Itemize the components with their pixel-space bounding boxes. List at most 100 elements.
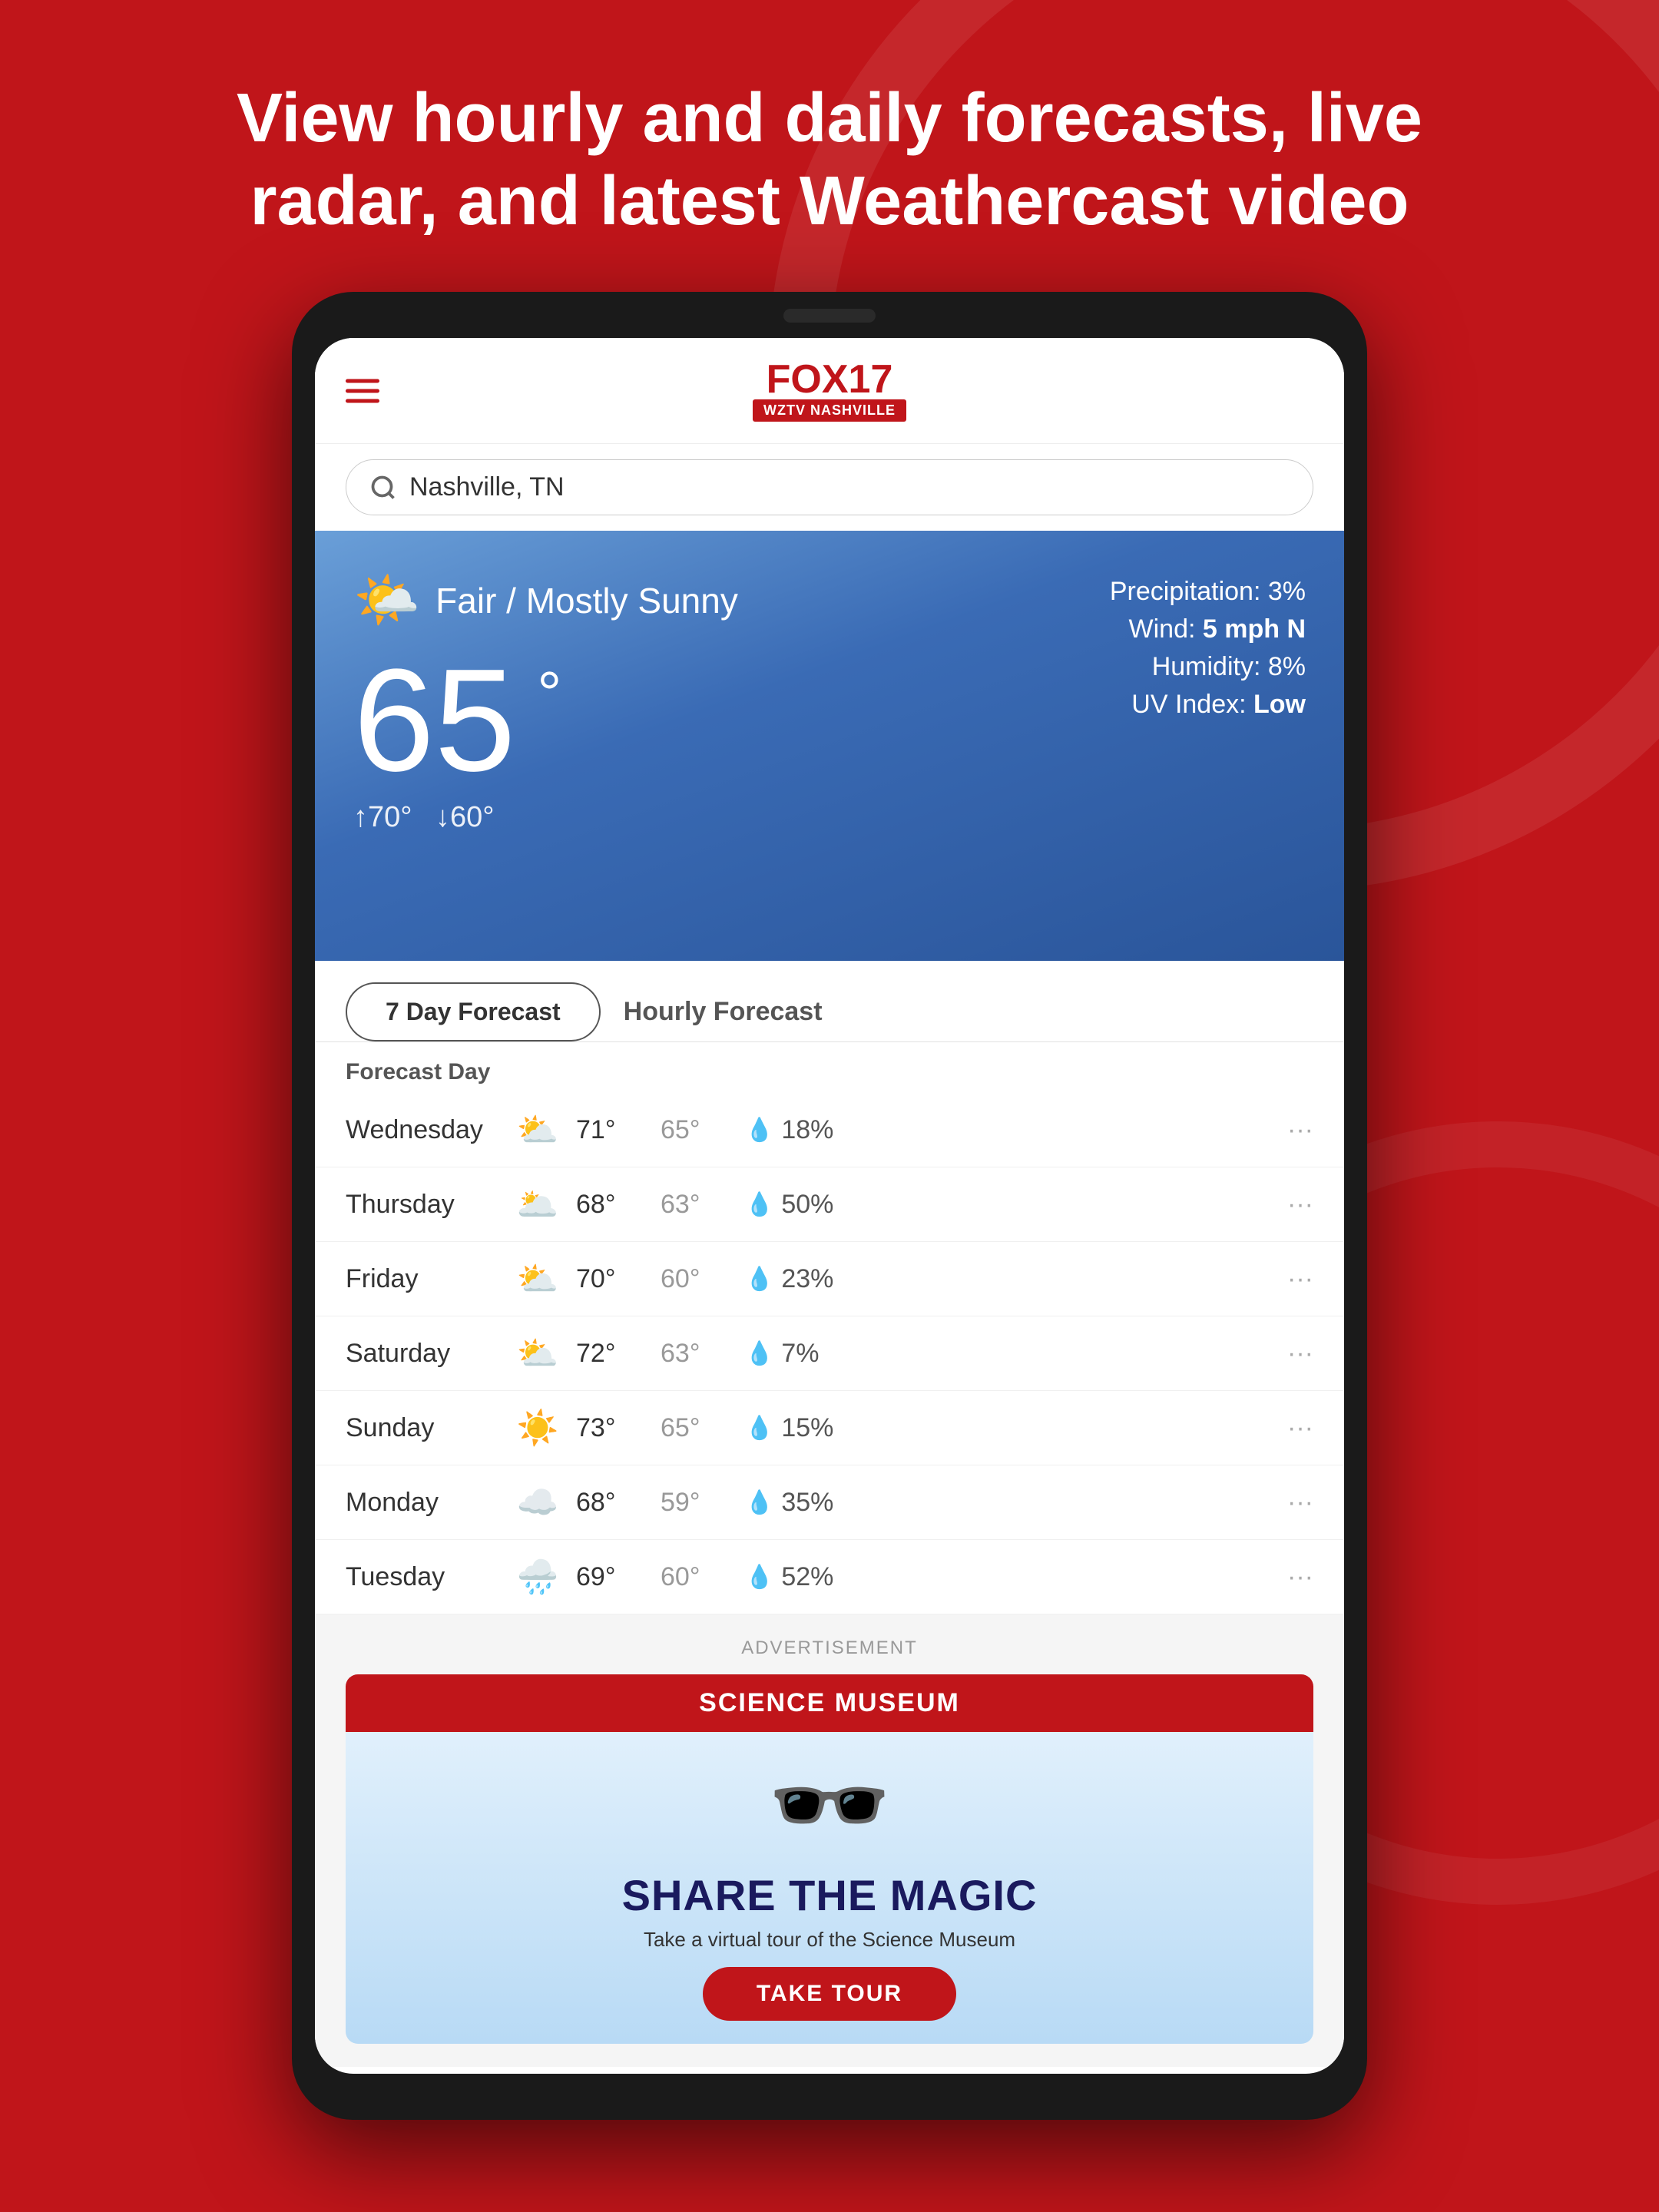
high-temp: 70° (576, 1264, 637, 1294)
precip: 💧18% (745, 1115, 833, 1145)
search-input[interactable]: Nashville, TN (409, 472, 565, 502)
forecast-icon: 🌧️ (515, 1557, 561, 1597)
forecast-temps: 71° 65° 💧18% (576, 1115, 1272, 1145)
precip: 💧23% (745, 1264, 833, 1294)
weather-condition-text: Fair / Mostly Sunny (435, 580, 738, 621)
forecast-day: Wednesday (346, 1115, 515, 1145)
tab-7day[interactable]: 7 Day Forecast (346, 982, 601, 1041)
wind-value: 5 mph N (1203, 614, 1306, 644)
app-content: FOX17 WZTV NASHVILLE Nashville, TN 🌤️ Fa… (315, 338, 1344, 2074)
drop-icon: 💧 (745, 1489, 773, 1516)
table-row: Friday ⛅ 70° 60° 💧23% ··· (315, 1242, 1344, 1316)
table-row: Monday ☁️ 68° 59° 💧35% ··· (315, 1465, 1344, 1540)
weather-hero: 🌤️ Fair / Mostly Sunny 65° ↑70° ↓60° (315, 531, 1344, 961)
search-bar[interactable]: Nashville, TN (346, 459, 1313, 515)
table-row: Wednesday ⛅ 71° 65° 💧18% ··· (315, 1093, 1344, 1167)
precipitation-stat: Precipitation: 3% (1110, 577, 1306, 607)
low-temp: 63° (661, 1190, 722, 1220)
more-options[interactable]: ··· (1287, 1264, 1313, 1294)
menu-line-1 (346, 379, 379, 382)
more-options[interactable]: ··· (1287, 1413, 1313, 1443)
more-options[interactable]: ··· (1287, 1115, 1313, 1145)
weather-stats: Precipitation: 3% Wind: 5 mph N Humidity… (1110, 577, 1306, 727)
forecast-day-header: Forecast Day (315, 1042, 1344, 1093)
museum-name: SCIENCE MUSEUM (359, 1688, 1300, 1718)
advertisement-section: ADVERTISEMENT SCIENCE MUSEUM 🕶️ SHARE TH… (315, 1614, 1344, 2067)
high-temp: 68° (576, 1190, 637, 1220)
forecast-icon: 🌥️ (515, 1184, 561, 1224)
forecast-tabs: 7 Day Forecast Hourly Forecast (315, 961, 1344, 1042)
high-temp: 73° (576, 1413, 637, 1443)
table-row: Thursday 🌥️ 68° 63° 💧50% ··· (315, 1167, 1344, 1242)
drop-icon: 💧 (745, 1564, 773, 1591)
precip: 💧15% (745, 1413, 833, 1443)
ad-banner[interactable]: SCIENCE MUSEUM 🕶️ SHARE THE MAGIC Take a… (346, 1674, 1313, 2044)
low-temp: 60° (661, 1562, 722, 1592)
high-temp: 68° (576, 1488, 637, 1518)
high-temp: 71° (576, 1115, 637, 1145)
humidity-stat: Humidity: 8% (1110, 652, 1306, 682)
ad-sub-text: Take a virtual tour of the Science Museu… (644, 1928, 1015, 1952)
forecast-icon: ⛅ (515, 1259, 561, 1299)
forecast-day: Saturday (346, 1339, 515, 1369)
high-temp: 69° (576, 1562, 637, 1592)
degree-symbol: ° (537, 663, 561, 724)
menu-button[interactable] (346, 379, 379, 402)
forecast-temps: 70° 60° 💧23% (576, 1264, 1272, 1294)
logo-number: 17 (849, 357, 893, 402)
table-row: Tuesday 🌧️ 69° 60° 💧52% ··· (315, 1540, 1344, 1614)
drop-icon: 💧 (745, 1266, 773, 1293)
high-temp: 72° (576, 1339, 637, 1369)
forecast-temps: 73° 65° 💧15% (576, 1413, 1272, 1443)
app-header: FOX17 WZTV NASHVILLE (315, 338, 1344, 444)
ad-share-text: SHARE THE MAGIC (622, 1870, 1038, 1920)
forecast-icon: ⛅ (515, 1110, 561, 1150)
drop-icon: 💧 (745, 1415, 773, 1442)
forecast-day: Sunday (346, 1413, 515, 1443)
menu-line-2 (346, 389, 379, 392)
forecast-list: Wednesday ⛅ 71° 65° 💧18% ··· Thursday 🌥️… (315, 1093, 1344, 1614)
radar-label: INTERACTIVE RADAR (315, 2067, 1344, 2074)
temp-low: ↓60° (435, 801, 494, 833)
forecast-temps: 69° 60° 💧52% (576, 1562, 1272, 1592)
precip: 💧50% (745, 1190, 833, 1220)
forecast-icon: ⛅ (515, 1333, 561, 1373)
search-icon (369, 474, 397, 502)
wind-stat: Wind: 5 mph N (1110, 614, 1306, 644)
tablet-frame: FOX17 WZTV NASHVILLE Nashville, TN 🌤️ Fa… (292, 292, 1367, 2120)
drop-icon: 💧 (745, 1191, 773, 1218)
temp-range: ↑70° ↓60° (353, 801, 515, 834)
logo-subtitle: WZTV NASHVILLE (753, 399, 906, 422)
precip: 💧52% (745, 1562, 833, 1592)
tablet-screen: FOX17 WZTV NASHVILLE Nashville, TN 🌤️ Fa… (315, 338, 1344, 2074)
forecast-day: Monday (346, 1488, 515, 1518)
glasses-icon: 🕶️ (767, 1755, 892, 1855)
tab-hourly[interactable]: Hourly Forecast (624, 997, 823, 1027)
temp-high: ↑70° (353, 801, 412, 833)
forecast-temps: 72° 63° 💧7% (576, 1339, 1272, 1369)
drop-icon: 💧 (745, 1340, 773, 1367)
precip: 💧35% (745, 1488, 833, 1518)
camera-notch (783, 309, 876, 323)
ad-top-bar: SCIENCE MUSEUM (346, 1674, 1313, 1732)
logo-fox-text: FOX (767, 357, 849, 402)
forecast-temps: 68° 59° 💧35% (576, 1488, 1272, 1518)
ad-cta-button[interactable]: TAKE TOUR (703, 1967, 956, 2021)
more-options[interactable]: ··· (1287, 1488, 1313, 1518)
forecast-day: Tuesday (346, 1562, 515, 1592)
table-row: Sunday ☀️ 73° 65° 💧15% ··· (315, 1391, 1344, 1465)
temperature-display: 65 (353, 647, 515, 793)
forecast-temps: 68° 63° 💧50% (576, 1190, 1272, 1220)
more-options[interactable]: ··· (1287, 1190, 1313, 1220)
uv-stat: UV Index: Low (1110, 690, 1306, 720)
more-options[interactable]: ··· (1287, 1339, 1313, 1369)
drop-icon: 💧 (745, 1117, 773, 1144)
low-temp: 65° (661, 1413, 722, 1443)
precip: 💧7% (745, 1339, 830, 1369)
low-temp: 65° (661, 1115, 722, 1145)
more-options[interactable]: ··· (1287, 1562, 1313, 1592)
table-row: Saturday ⛅ 72° 63° 💧7% ··· (315, 1316, 1344, 1391)
logo-text: FOX17 (767, 359, 893, 399)
page-headline: View hourly and daily forecasts, live ra… (0, 77, 1659, 243)
forecast-day: Friday (346, 1264, 515, 1294)
